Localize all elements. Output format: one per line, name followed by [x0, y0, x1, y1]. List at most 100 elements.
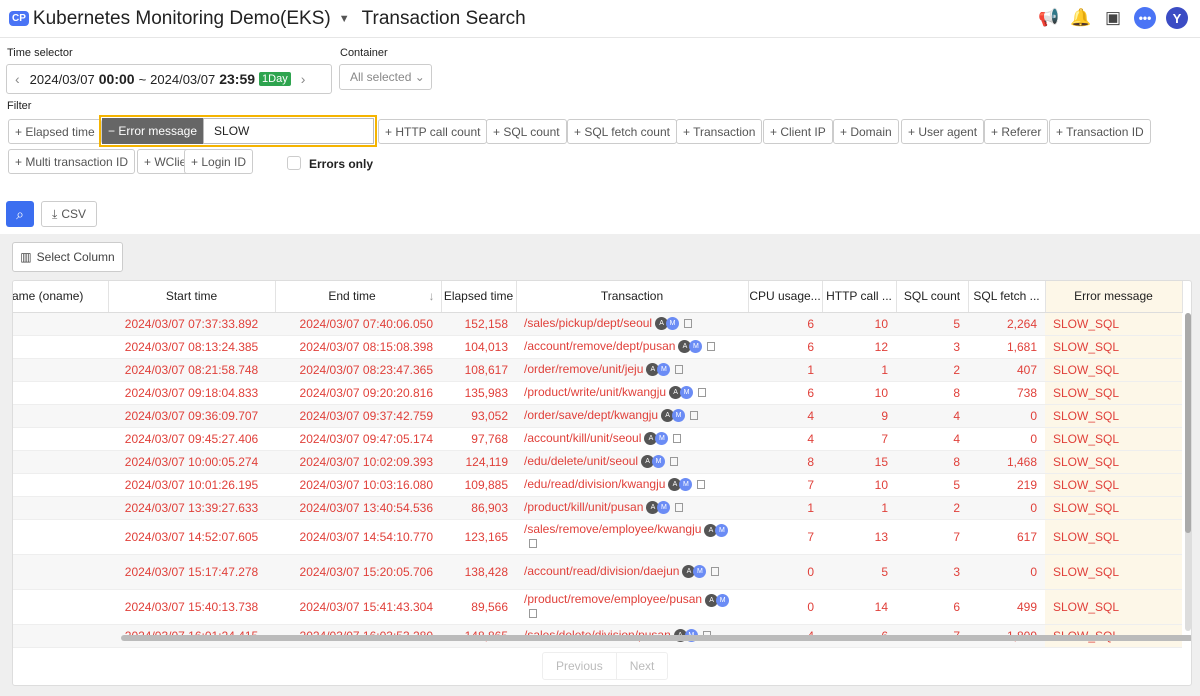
cell-transaction[interactable]: /sales/remove/employee/kwangju A M	[516, 519, 748, 555]
container-select[interactable]: All selected ⌄	[339, 64, 432, 90]
transaction-link[interactable]: /product/kill/unit/pusan	[524, 500, 643, 514]
column-header[interactable]: SQL count	[896, 281, 969, 313]
transaction-link[interactable]: /account/remove/dept/pusan	[524, 339, 675, 353]
table-row[interactable]: 2024/03/07 08:21:58.748 2024/03/07 08:23:…	[13, 358, 1182, 382]
table-row[interactable]: 2024/03/07 13:39:27.633 2024/03/07 13:40:…	[13, 496, 1182, 520]
column-header[interactable]: Start time	[108, 281, 276, 313]
column-header[interactable]: SQL fetch ...	[968, 281, 1046, 313]
copy-icon[interactable]	[670, 457, 679, 467]
table-row[interactable]: 2024/03/07 09:45:27.406 2024/03/07 09:47:…	[13, 427, 1182, 451]
project-name[interactable]: Kubernetes Monitoring Demo(EKS)	[33, 8, 331, 30]
filter-chip[interactable]: + Login ID	[184, 149, 254, 174]
search-button[interactable]: ⌕	[6, 201, 34, 227]
filter-chip[interactable]: + SQL count	[486, 119, 567, 144]
copy-icon[interactable]	[675, 503, 684, 513]
error-message-filter-remove[interactable]: − Error message	[102, 118, 204, 144]
chat-icon[interactable]: •••	[1134, 7, 1156, 29]
bell-icon[interactable]: 🔔	[1070, 7, 1092, 29]
cell-http-count: 10	[822, 473, 896, 497]
transaction-link[interactable]: /account/read/division/daejun	[524, 564, 679, 578]
cell-transaction[interactable]: /account/kill/unit/seoul A M	[516, 427, 748, 451]
column-header[interactable]: CPU usage...	[748, 281, 823, 313]
cell-http-count: 10	[822, 381, 896, 405]
cell-transaction[interactable]: /edu/read/division/kwangju A M	[516, 473, 748, 497]
column-header[interactable]: End time ↓	[275, 281, 442, 313]
panel-icon[interactable]: ▣	[1102, 7, 1124, 29]
method-badge-icon: M	[716, 593, 730, 607]
cell-transaction[interactable]: /product/kill/unit/pusan A M	[516, 496, 748, 520]
cell-transaction[interactable]: /account/read/division/daejun A M	[516, 554, 748, 590]
cell-transaction[interactable]: /sales/pickup/dept/seoul A M	[516, 312, 748, 336]
errors-only-checkbox[interactable]	[287, 156, 301, 170]
cell-transaction[interactable]: /order/remove/unit/jeju A M	[516, 358, 748, 382]
table-row[interactable]: 2024/03/07 14:52:07.605 2024/03/07 14:54:…	[13, 519, 1182, 555]
column-header[interactable]: Error message	[1045, 281, 1183, 313]
time-selector-label: Time selector	[7, 47, 73, 59]
cell-transaction[interactable]: /product/remove/employee/pusan A M	[516, 589, 748, 625]
method-badge-icon: M	[657, 363, 671, 377]
table-row[interactable]: 2024/03/07 10:00:05.274 2024/03/07 10:02:…	[13, 450, 1182, 474]
next-button[interactable]: Next	[615, 653, 668, 679]
copy-icon[interactable]	[707, 342, 716, 352]
horizontal-scrollbar[interactable]	[121, 635, 1191, 641]
transaction-link[interactable]: /order/save/dept/kwangju	[524, 408, 658, 422]
cell-transaction[interactable]: /account/remove/dept/pusan A M	[516, 335, 748, 359]
filter-chip[interactable]: + Referer	[984, 119, 1049, 144]
filter-chip[interactable]: + Multi transaction ID	[8, 149, 136, 174]
filter-chip[interactable]: + SQL fetch count	[567, 119, 677, 144]
megaphone-icon[interactable]: 📢	[1038, 7, 1060, 29]
copy-icon[interactable]	[673, 434, 682, 444]
cell-transaction[interactable]: /product/write/unit/kwangju A M	[516, 381, 748, 405]
filter-chip[interactable]: + Transaction ID	[1049, 119, 1151, 144]
cell-elapsed: 152,158	[441, 312, 516, 336]
select-column-button[interactable]: ▥ Select Column	[12, 242, 123, 272]
cell-elapsed: 93,052	[441, 404, 516, 428]
range-badge[interactable]: 1Day	[259, 72, 291, 86]
vertical-scrollbar[interactable]	[1185, 313, 1191, 631]
copy-icon[interactable]	[675, 365, 684, 375]
column-header[interactable]: Transaction	[516, 281, 749, 313]
column-header[interactable]: HTTP call ...	[822, 281, 897, 313]
transaction-link[interactable]: /sales/pickup/dept/seoul	[524, 316, 652, 330]
table-row[interactable]: 2024/03/07 09:36:09.707 2024/03/07 09:37:…	[13, 404, 1182, 428]
copy-icon[interactable]	[698, 388, 707, 398]
filter-chip[interactable]: + Domain	[833, 119, 899, 144]
chevron-right-icon[interactable]: ›	[301, 71, 306, 87]
transaction-link[interactable]: /sales/remove/employee/kwangju	[524, 522, 701, 536]
column-header[interactable]: Elapsed time	[441, 281, 517, 313]
copy-icon[interactable]	[529, 608, 537, 618]
table-row[interactable]: 2024/03/07 15:17:47.278 2024/03/07 15:20:…	[13, 554, 1182, 590]
chevron-left-icon[interactable]: ‹	[15, 71, 20, 87]
copy-icon[interactable]	[529, 538, 537, 548]
filter-chip[interactable]: + HTTP call count	[378, 119, 488, 144]
filter-chip[interactable]: + Elapsed time	[8, 119, 102, 144]
copy-icon[interactable]	[711, 567, 720, 577]
filter-chip[interactable]: + Transaction	[676, 119, 763, 144]
time-selector[interactable]: ‹ 2024/03/07 00:00 ~ 2024/03/07 23:59 1D…	[6, 64, 332, 94]
copy-icon[interactable]	[697, 480, 706, 490]
transaction-link[interactable]: /product/remove/employee/pusan	[524, 592, 702, 606]
cell-transaction[interactable]: /order/save/dept/kwangju A M	[516, 404, 748, 428]
copy-icon[interactable]	[684, 319, 693, 329]
filter-chip[interactable]: + User agent	[901, 119, 985, 144]
table-row[interactable]: 2024/03/07 07:37:33.892 2024/03/07 07:40:…	[13, 312, 1182, 336]
table-row[interactable]: 2024/03/07 08:13:24.385 2024/03/07 08:15:…	[13, 335, 1182, 359]
transaction-link[interactable]: /edu/read/division/kwangju	[524, 477, 665, 491]
chevron-down-icon[interactable]: ▼	[339, 13, 350, 25]
cell-transaction[interactable]: /edu/delete/unit/seoul A M	[516, 450, 748, 474]
transaction-link[interactable]: /order/remove/unit/jeju	[524, 362, 643, 376]
table-row[interactable]: 2024/03/07 09:18:04.833 2024/03/07 09:20:…	[13, 381, 1182, 405]
table-row[interactable]: 2024/03/07 10:01:26.195 2024/03/07 10:03:…	[13, 473, 1182, 497]
error-message-input[interactable]: SLOW	[203, 118, 374, 144]
copy-icon[interactable]	[690, 411, 699, 421]
transaction-link[interactable]: /account/kill/unit/seoul	[524, 431, 641, 445]
transaction-link[interactable]: /edu/delete/unit/seoul	[524, 454, 638, 468]
sort-desc-icon[interactable]: ↓	[429, 289, 435, 303]
previous-button[interactable]: Previous	[543, 653, 616, 679]
avatar[interactable]: Y	[1166, 7, 1188, 29]
transaction-link[interactable]: /product/write/unit/kwangju	[524, 385, 666, 399]
column-header[interactable]: ame (oname)	[13, 281, 109, 313]
csv-button[interactable]: ⤓ CSV	[41, 201, 97, 227]
filter-chip[interactable]: + Client IP	[763, 119, 833, 144]
table-row[interactable]: 2024/03/07 15:40:13.738 2024/03/07 15:41:…	[13, 589, 1182, 625]
